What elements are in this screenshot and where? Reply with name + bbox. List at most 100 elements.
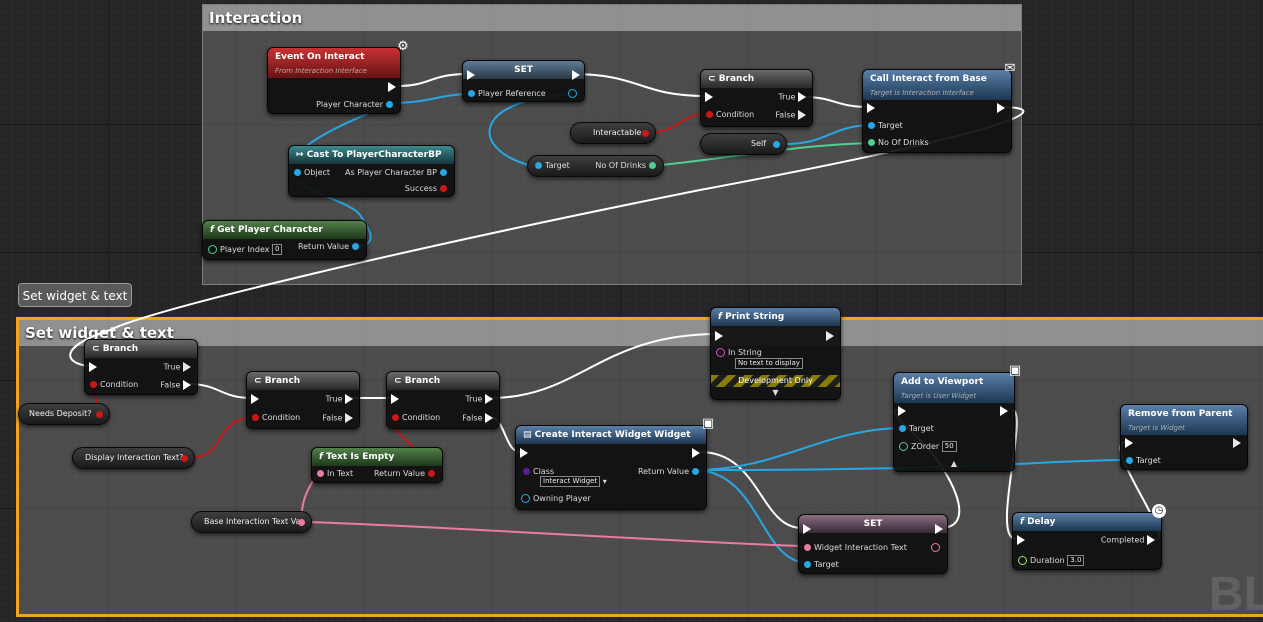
exec-out-pin[interactable] <box>1233 438 1241 449</box>
node-subtitle: Target is User Widget <box>901 392 977 400</box>
remove-from-parent-node[interactable]: Remove from Parent Target is Widget Targ… <box>1120 404 1248 470</box>
create-interact-widget-node[interactable]: ▤ Create Interact Widget Widget Class In… <box>515 425 707 510</box>
node-subtitle: Target is Widget <box>1128 424 1186 432</box>
expand-arrow-icon[interactable]: ▼ <box>711 388 840 398</box>
exec-out-pin[interactable] <box>572 70 580 81</box>
exec-in-pin[interactable] <box>467 70 475 81</box>
branch-node-top[interactable]: ⊂ Branch True Condition False <box>700 69 813 127</box>
self-variable[interactable]: Self <box>700 133 787 155</box>
print-string-node[interactable]: f Print String In String No text to disp… <box>710 307 841 400</box>
exec-out-pin[interactable] <box>935 524 943 535</box>
branch-node-c[interactable]: ⊂ Branch True Condition False <box>386 371 500 429</box>
target-pin[interactable]: Target <box>532 161 570 171</box>
condition-pin[interactable]: Condition <box>703 110 754 120</box>
needs-deposit-variable[interactable]: Needs Deposit? <box>18 403 110 425</box>
branch-node-a[interactable]: ⊂ Branch True Condition False <box>84 339 198 395</box>
condition-pin[interactable]: Condition <box>389 413 440 423</box>
exec-in-pin[interactable] <box>251 394 259 405</box>
zorder-pin[interactable]: ZOrder 50 <box>896 441 957 452</box>
exec-in-pin[interactable] <box>89 362 97 373</box>
as-player-character-pin[interactable]: As Player Character BP <box>345 168 450 178</box>
exec-in-pin[interactable] <box>715 331 723 342</box>
text-is-empty-node[interactable]: f Text Is Empty In Text Return Value <box>311 447 443 483</box>
node-header: ↦ Cast To PlayerCharacterBP <box>289 146 454 164</box>
event-on-interact-node[interactable]: Event On Interact From Interaction Inter… <box>267 47 401 114</box>
node-title: Call Interact from Base <box>870 74 987 84</box>
player-character-pin[interactable]: Player Character <box>316 100 396 110</box>
false-pin[interactable]: False <box>322 413 353 424</box>
return-value-pin[interactable]: Return Value <box>298 242 362 252</box>
branch-icon: ⊂ <box>394 376 405 386</box>
condition-pin[interactable]: Condition <box>87 380 138 390</box>
condition-pin[interactable]: Condition <box>249 413 300 423</box>
true-pin[interactable]: True <box>778 92 806 103</box>
false-pin[interactable]: False <box>775 110 806 121</box>
interactable-variable[interactable]: Interactable <box>570 122 656 144</box>
set-player-reference-node[interactable]: SET Player Reference <box>462 60 585 102</box>
widget-interaction-text-pin[interactable]: Widget Interaction Text <box>801 543 907 553</box>
success-pin[interactable]: Success <box>405 184 450 194</box>
true-pin[interactable]: True <box>465 394 493 405</box>
node-header: Add to Viewport Target is User Widget <box>894 373 1014 403</box>
node-header: ⊂ Branch <box>247 372 359 390</box>
player-reference-out-pin[interactable] <box>565 89 580 99</box>
exec-in-pin[interactable] <box>520 448 528 459</box>
node-title: Branch <box>718 74 755 84</box>
duration-pin[interactable]: Duration 3.0 <box>1015 555 1085 566</box>
in-string-field[interactable]: No text to display <box>735 358 803 369</box>
node-header: ⊂ Branch <box>85 340 197 358</box>
node-header: ⊂ Branch <box>701 70 812 88</box>
exec-in-pin[interactable] <box>1017 535 1025 546</box>
exec-in-pin[interactable] <box>803 524 811 535</box>
player-reference-pin[interactable]: Player Reference <box>465 89 546 99</box>
exec-out-pin[interactable] <box>388 82 396 93</box>
return-value-pin[interactable]: Return Value <box>374 469 438 479</box>
in-text-pin[interactable]: In Text <box>314 469 353 479</box>
no-of-drinks-pin[interactable]: No Of Drinks <box>865 138 929 148</box>
widget-interaction-text-out-pin[interactable] <box>928 543 943 553</box>
exec-out-pin[interactable] <box>692 448 700 459</box>
player-index-value[interactable]: 0 <box>272 244 283 255</box>
exec-in-pin[interactable] <box>867 103 875 114</box>
delay-node[interactable]: f Delay Completed Duration 3.0 <box>1012 512 1162 570</box>
display-interaction-text-variable[interactable]: Display Interaction Text? <box>72 447 195 469</box>
node-subtitle: Target is Interaction Interface <box>870 89 974 97</box>
target-pin[interactable]: Target <box>865 121 903 131</box>
base-interaction-text-variable[interactable]: Base Interaction Text Var <box>191 511 312 533</box>
exec-out-pin[interactable] <box>997 103 1005 114</box>
true-pin[interactable]: True <box>325 394 353 405</box>
target-pin[interactable]: Target <box>1123 456 1161 466</box>
exec-in-pin[interactable] <box>1125 438 1133 449</box>
node-header: ▤ Create Interact Widget Widget <box>516 426 706 444</box>
node-title: Delay <box>1027 517 1056 527</box>
false-pin[interactable]: False <box>160 380 191 391</box>
exec-in-pin[interactable] <box>705 92 713 103</box>
return-value-pin[interactable]: Return Value <box>638 467 702 477</box>
branch-node-b[interactable]: ⊂ Branch True Condition False <box>246 371 360 429</box>
target-pin[interactable]: Target <box>801 560 839 570</box>
exec-out-pin[interactable] <box>1000 406 1008 417</box>
owning-player-pin[interactable]: Owning Player <box>518 494 591 504</box>
set-widget-interaction-text-node[interactable]: SET Widget Interaction Text Target <box>798 514 948 574</box>
no-of-drinks-pin[interactable]: No Of Drinks <box>595 161 659 171</box>
exec-out-pin[interactable] <box>826 331 834 342</box>
node-header: f Text Is Empty <box>312 448 442 466</box>
exec-in-pin[interactable] <box>391 394 399 405</box>
false-pin[interactable]: False <box>462 413 493 424</box>
completed-pin[interactable]: Completed <box>1101 535 1155 546</box>
class-dropdown[interactable]: Interact Widget ▾ <box>540 476 607 487</box>
target-no-of-drinks-getter[interactable]: Target No Of Drinks <box>527 155 664 177</box>
add-to-viewport-node[interactable]: Add to Viewport Target is User Widget Ta… <box>893 372 1015 472</box>
true-pin[interactable]: True <box>163 362 191 373</box>
player-index-pin[interactable]: Player Index 0 <box>205 244 283 255</box>
call-interact-from-base-node[interactable]: Call Interact from Base Target is Intera… <box>862 69 1012 153</box>
object-pin[interactable]: Object <box>291 168 330 178</box>
in-string-pin[interactable]: In String <box>713 348 762 358</box>
node-header: ⊂ Branch <box>387 372 499 390</box>
exec-in-pin[interactable] <box>898 406 906 417</box>
monitor-icon: ▣ <box>1008 363 1022 378</box>
target-pin[interactable]: Target <box>896 424 934 434</box>
expand-arrow-icon[interactable]: ▲ <box>894 459 1014 469</box>
cast-to-player-character-node[interactable]: ↦ Cast To PlayerCharacterBP Object As Pl… <box>288 145 455 197</box>
get-player-character-node[interactable]: f Get Player Character Player Index 0 Re… <box>202 220 367 260</box>
